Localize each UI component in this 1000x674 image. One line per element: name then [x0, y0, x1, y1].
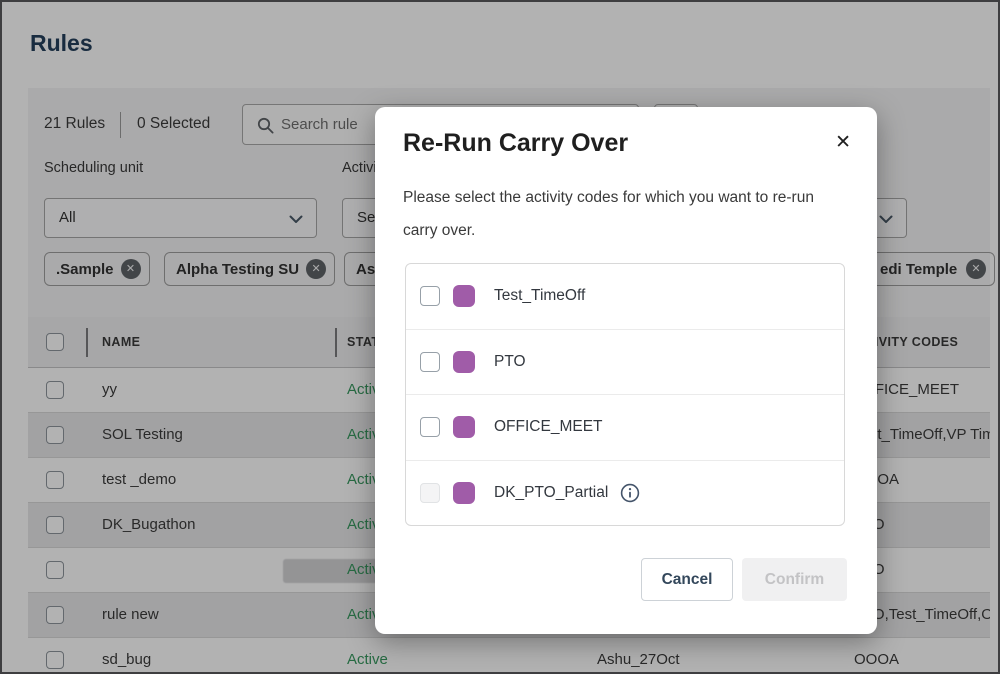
list-item-test-timeoff[interactable]: Test_TimeOff: [406, 264, 844, 330]
item-label: DK_PTO_Partial: [494, 483, 609, 501]
item-checkbox-disabled: [420, 482, 440, 503]
cancel-button[interactable]: Cancel: [641, 558, 733, 601]
activity-color-swatch: [453, 481, 475, 504]
confirm-button[interactable]: Confirm: [742, 558, 847, 601]
info-icon[interactable]: [620, 483, 640, 503]
activity-code-list: Test_TimeOff PTO OFFICE_MEET DK_PTO_Part…: [405, 263, 845, 526]
item-label: OFFICE_MEET: [494, 418, 603, 436]
item-checkbox[interactable]: [420, 417, 440, 438]
activity-color-swatch: [453, 350, 475, 373]
activity-color-swatch: [453, 285, 475, 308]
item-checkbox[interactable]: [420, 351, 440, 372]
rerun-carry-over-dialog: Re-Run Carry Over ✕ Please select the ac…: [375, 107, 877, 634]
list-item-pto[interactable]: PTO: [406, 330, 844, 395]
activity-color-swatch: [453, 416, 475, 439]
list-item-office-meet[interactable]: OFFICE_MEET: [406, 395, 844, 461]
item-checkbox[interactable]: [420, 286, 440, 307]
app-window: Rules 21 Rules 0 Selected Scheduling uni…: [0, 0, 1000, 674]
item-label: PTO: [494, 352, 526, 370]
close-icon[interactable]: ✕: [835, 133, 851, 152]
dialog-description: Please select the activity codes for whi…: [403, 189, 814, 239]
list-item-dk-pto-partial: DK_PTO_Partial: [406, 461, 844, 526]
dialog-title: Re-Run Carry Over: [403, 129, 629, 157]
item-label: Test_TimeOff: [494, 287, 586, 305]
